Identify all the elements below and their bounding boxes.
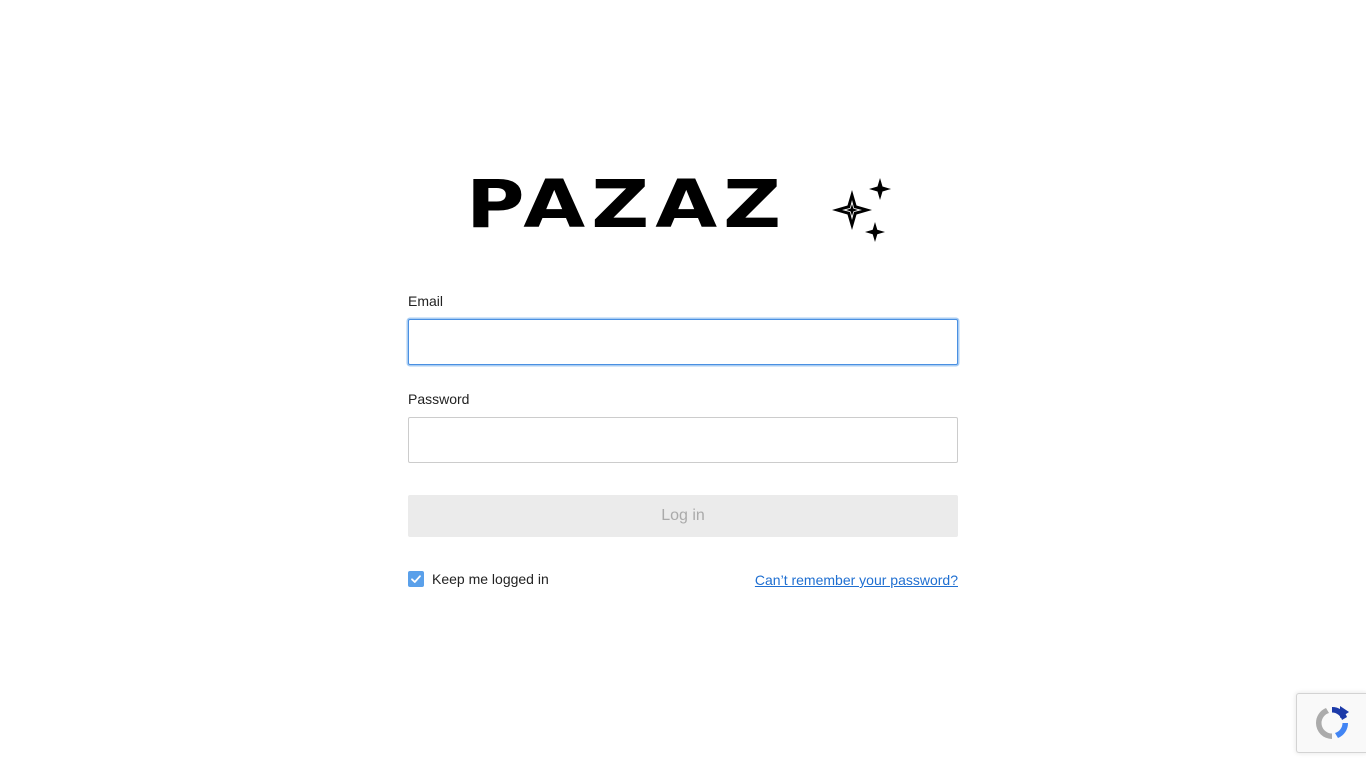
- sparkles-icon: [832, 178, 891, 242]
- login-page: PAZAZ Email Password Log in Keep me logg…: [0, 0, 1366, 768]
- keep-logged-in-label: Keep me logged in: [432, 571, 549, 587]
- recaptcha-badge[interactable]: [1296, 693, 1366, 753]
- recaptcha-icon: [1315, 706, 1349, 739]
- login-options-row: Keep me logged in Can’t remember your pa…: [408, 570, 958, 590]
- keep-logged-in-option[interactable]: Keep me logged in: [408, 570, 549, 588]
- forgot-password-link[interactable]: Can’t remember your password?: [755, 571, 958, 589]
- email-label: Email: [408, 293, 444, 309]
- password-field[interactable]: [408, 417, 958, 463]
- login-button[interactable]: Log in: [408, 495, 958, 537]
- email-field[interactable]: [408, 319, 958, 365]
- login-form: Email Password Log in Keep me logged in …: [408, 292, 958, 590]
- keep-logged-in-checkbox[interactable]: [408, 571, 424, 587]
- pazaz-logo: PAZAZ: [466, 172, 898, 248]
- password-label: Password: [408, 391, 470, 407]
- logo-wordmark: PAZAZ: [466, 166, 788, 243]
- check-icon: [411, 575, 421, 583]
